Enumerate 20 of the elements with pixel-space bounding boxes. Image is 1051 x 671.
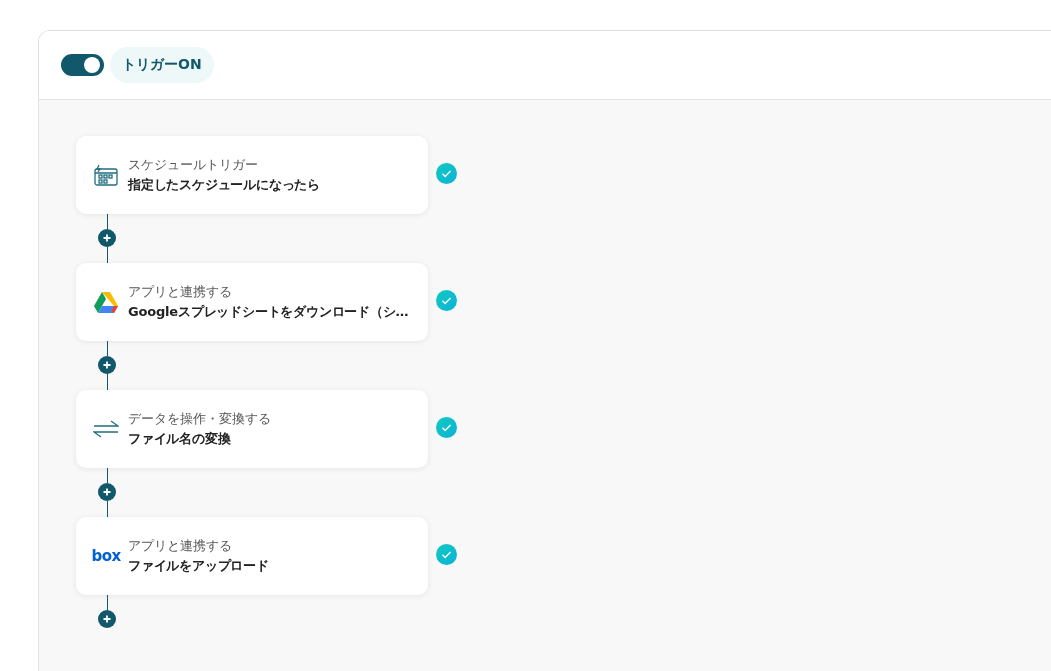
flow-step-card[interactable]: スケジュールトリガー 指定したスケジュールになったら (76, 136, 428, 214)
step-title: Googleスプレッドシートをダウンロード（シ… (128, 302, 409, 321)
step-category: スケジュールトリガー (128, 156, 259, 174)
add-step-icon[interactable] (98, 610, 116, 628)
step-title: ファイルをアップロード (128, 556, 269, 575)
step-category: アプリと連携する (128, 283, 233, 301)
step-category: アプリと連携する (128, 537, 233, 555)
flow-step-card[interactable]: アプリと連携する Googleスプレッドシートをダウンロード（シ… (76, 263, 428, 341)
step-category: データを操作・変換する (128, 410, 271, 428)
add-step-icon[interactable] (98, 356, 116, 374)
trigger-status-label: トリガーON (110, 47, 214, 83)
step-title: ファイル名の変換 (128, 429, 232, 448)
flow-step-card[interactable]: データを操作・変換する ファイル名の変換 (76, 390, 428, 468)
step-title: 指定したスケジュールになったら (128, 175, 320, 194)
trigger-toggle[interactable] (61, 54, 104, 76)
calendar-icon (94, 164, 118, 186)
add-step-icon[interactable] (98, 229, 116, 247)
drive-icon (94, 291, 118, 313)
add-step-icon[interactable] (98, 483, 116, 501)
box-logo: box (91, 547, 121, 565)
